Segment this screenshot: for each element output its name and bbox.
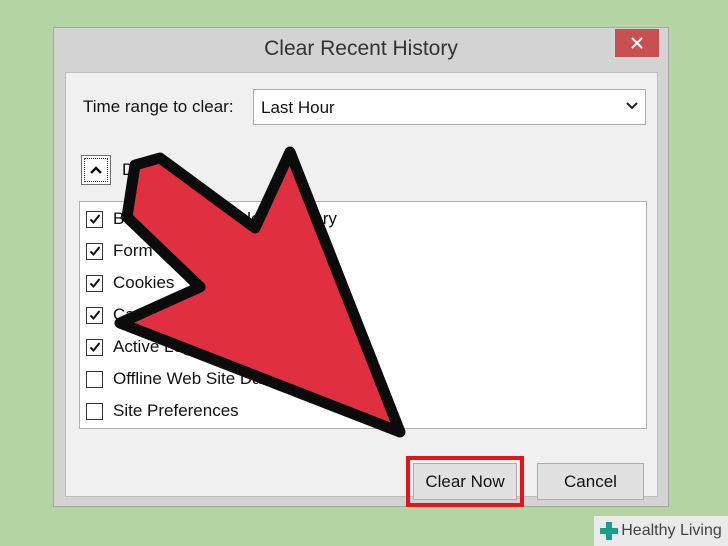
- checkbox[interactable]: [86, 242, 103, 260]
- clear-now-button[interactable]: Clear Now: [406, 456, 524, 507]
- plus-icon: [600, 522, 619, 540]
- checkmark-icon: [89, 342, 100, 352]
- checkmark-icon: [89, 278, 100, 288]
- checkmark-icon: [89, 246, 100, 256]
- cancel-button[interactable]: Cancel: [537, 463, 644, 500]
- clear-history-dialog: Clear Recent History Time range to clear…: [53, 27, 669, 507]
- brand-name: Healthy Living: [621, 522, 722, 539]
- list-item[interactable]: Active Logins: [86, 334, 214, 360]
- item-label: Browsing & Download History: [113, 209, 337, 228]
- chevron-down-icon: [626, 102, 638, 110]
- dialog-title: Clear Recent History: [264, 37, 458, 60]
- checkmark-icon: [89, 214, 100, 224]
- checkbox[interactable]: [86, 274, 103, 292]
- item-label: Cache: [113, 305, 163, 324]
- checkbox[interactable]: [86, 338, 103, 356]
- item-label: Offline Web Site Data: [113, 369, 276, 388]
- item-label: Site Preferences: [113, 401, 239, 420]
- list-item[interactable]: Cookies: [86, 270, 174, 296]
- title-bar[interactable]: Clear Recent History: [54, 28, 668, 72]
- time-range-value: Last Hour: [261, 98, 335, 117]
- checkbox[interactable]: [86, 402, 103, 420]
- list-item[interactable]: Cache: [86, 302, 162, 328]
- checkbox[interactable]: [86, 306, 103, 324]
- details-toggle-button[interactable]: [81, 155, 111, 185]
- list-item[interactable]: Site Preferences: [86, 398, 239, 424]
- time-range-label: Time range to clear:: [83, 97, 234, 117]
- list-item[interactable]: Browsing & Download History: [86, 206, 337, 232]
- item-label: Form & Search History: [113, 241, 285, 260]
- time-range-label-text: Time range to clear:: [83, 97, 234, 116]
- close-button[interactable]: [615, 29, 659, 57]
- history-items-list: Browsing & Download History Form & Searc…: [79, 201, 647, 429]
- details-label: D: [122, 160, 135, 179]
- list-item[interactable]: Form & Search History: [86, 238, 285, 264]
- dialog-body: Time range to clear: Last Hour D Browsin…: [65, 72, 658, 507]
- close-icon: [631, 37, 643, 49]
- list-item[interactable]: Offline Web Site Data: [86, 366, 276, 392]
- checkbox[interactable]: [86, 210, 103, 228]
- item-label: Cookies: [113, 273, 175, 292]
- time-range-select[interactable]: Last Hour: [253, 89, 646, 125]
- checkbox[interactable]: [86, 370, 103, 388]
- details-toggle-focus: [84, 158, 108, 182]
- chevron-up-icon: [90, 166, 102, 174]
- brand-watermark: Healthy Living: [594, 516, 728, 546]
- item-label: Active Logins: [113, 337, 215, 356]
- checkmark-icon: [89, 310, 100, 320]
